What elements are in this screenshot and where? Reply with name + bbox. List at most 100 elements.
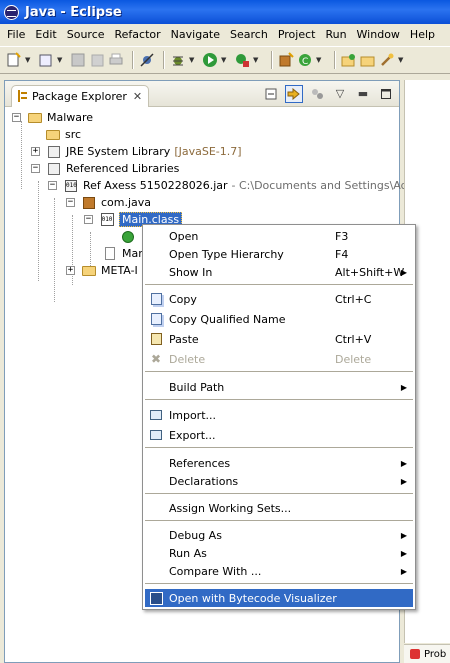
menu-item-declarations[interactable]: Declarations ▶ <box>145 472 413 490</box>
chevron-down-icon[interactable]: ▼ <box>221 56 228 64</box>
tree-label: META-I <box>101 264 138 277</box>
expand-toggle[interactable]: + <box>31 147 40 156</box>
menu-run[interactable]: Run <box>320 28 351 41</box>
tab-problems[interactable]: Prob <box>404 644 450 663</box>
menu-item-import[interactable]: Import... <box>145 406 413 424</box>
tab-package-explorer[interactable]: Package Explorer ✕ <box>11 84 150 107</box>
tree-item-src[interactable]: src <box>45 126 81 143</box>
chevron-down-icon[interactable]: ▼ <box>253 56 260 64</box>
link-with-editor-icon[interactable] <box>285 84 303 103</box>
menu-item-copy-qualified-name[interactable]: Copy Qualified Name <box>145 310 413 328</box>
menu-item-assign-working-sets[interactable]: Assign Working Sets... <box>145 499 413 517</box>
chevron-down-icon[interactable]: ▼ <box>316 56 323 64</box>
collapse-toggle[interactable]: − <box>84 215 93 224</box>
collapse-toggle[interactable]: − <box>31 164 40 173</box>
submenu-arrow-icon: ▶ <box>400 566 407 576</box>
external-tools-icon[interactable] <box>234 52 250 68</box>
toolbar-separator <box>163 51 165 69</box>
search-tool-icon[interactable] <box>379 52 395 68</box>
chevron-down-icon[interactable]: ▼ <box>25 56 32 64</box>
menu-source[interactable]: Source <box>62 28 110 41</box>
menu-separator <box>145 371 413 373</box>
tree-label: JRE System Library <box>66 145 171 158</box>
view-menu-icon[interactable]: ▽ <box>331 85 349 103</box>
menu-item-build-path[interactable]: Build Path ▶ <box>145 378 413 396</box>
minimize-icon[interactable]: ▬ <box>354 85 372 103</box>
menu-window[interactable]: Window <box>352 28 405 41</box>
collapse-toggle[interactable]: − <box>12 113 21 122</box>
tree-guide <box>21 121 22 189</box>
run-icon[interactable] <box>202 52 218 68</box>
tree-guide <box>54 198 55 302</box>
submenu-arrow-icon: ▶ <box>400 476 407 486</box>
menu-item-copy[interactable]: Copy Ctrl+C <box>145 290 413 308</box>
expand-toggle[interactable]: + <box>66 266 75 275</box>
save-all-icon[interactable] <box>89 52 105 68</box>
menu-project[interactable]: Project <box>273 28 321 41</box>
submenu-arrow-icon: ▶ <box>400 530 407 540</box>
new-package-icon[interactable] <box>278 52 294 68</box>
menu-edit[interactable]: Edit <box>30 28 61 41</box>
tree-item-meta-inf[interactable]: + META-I <box>66 262 138 279</box>
tree-label: Ref Axess 5150228026.jar <box>83 179 228 192</box>
eclipse-icon <box>4 4 19 20</box>
open-folder-icon[interactable] <box>360 52 376 68</box>
problems-icon <box>410 649 420 659</box>
tree-item-manifest[interactable]: Mar <box>102 245 143 262</box>
menu-refactor[interactable]: Refactor <box>110 28 166 41</box>
tree-item-class-member[interactable] <box>120 228 140 245</box>
delete-icon: ✖ <box>150 352 162 366</box>
library-icon <box>46 162 62 176</box>
menu-item-export[interactable]: Export... <box>145 426 413 444</box>
new-icon[interactable] <box>6 52 22 68</box>
chevron-down-icon[interactable]: ▼ <box>398 56 405 64</box>
tree-item-jre[interactable]: + JRE System Library [JavaSE-1.7] <box>31 143 242 160</box>
copy-qualified-name-icon <box>149 312 163 326</box>
package-explorer-icon <box>18 90 28 102</box>
collapse-all-icon[interactable] <box>262 85 280 103</box>
tree-item-jar[interactable]: − 010 Ref Axess 5150228026.jar - C:\Docu… <box>48 177 428 194</box>
menu-navigate[interactable]: Navigate <box>166 28 225 41</box>
menu-item-compare-with[interactable]: Compare With ... ▶ <box>145 562 413 580</box>
import-icon <box>149 408 163 422</box>
tree-item-referenced-libraries[interactable]: − Referenced Libraries <box>31 160 179 177</box>
tree-decoration: [JavaSE-1.7] <box>174 145 242 158</box>
open-type-icon[interactable] <box>341 52 357 68</box>
menu-item-debug-as[interactable]: Debug As ▶ <box>145 526 413 544</box>
menu-item-references[interactable]: References ▶ <box>145 454 413 472</box>
new-class-icon[interactable]: C <box>297 52 313 68</box>
print-icon[interactable] <box>108 52 124 68</box>
menu-file[interactable]: File <box>2 28 30 41</box>
menu-item-open-with-bytecode-visualizer[interactable]: Open with Bytecode Visualizer <box>145 589 413 607</box>
collapse-toggle[interactable]: − <box>66 198 75 207</box>
project-folder-icon <box>27 111 43 125</box>
menu-item-run-as[interactable]: Run As ▶ <box>145 544 413 562</box>
menu-search[interactable]: Search <box>225 28 273 41</box>
toolbar-separator <box>334 51 336 69</box>
maximize-icon[interactable] <box>377 85 395 103</box>
menu-item-open-type-hierarchy[interactable]: Open Type Hierarchy F4 <box>145 245 413 263</box>
focus-icon[interactable] <box>308 85 326 103</box>
collapse-toggle[interactable]: − <box>48 181 57 190</box>
menu-item-open[interactable]: Open F3 <box>145 227 413 245</box>
chevron-down-icon[interactable]: ▼ <box>189 56 196 64</box>
toolbar-separator <box>132 51 134 69</box>
menu-help[interactable]: Help <box>405 28 440 41</box>
menu-item-paste[interactable]: Paste Ctrl+V <box>145 330 413 348</box>
chevron-down-icon[interactable]: ▼ <box>57 56 64 64</box>
close-icon[interactable]: ✕ <box>133 90 142 103</box>
source-folder-icon <box>45 128 61 142</box>
debug-icon[interactable] <box>170 52 186 68</box>
tab-label: Prob <box>424 648 447 660</box>
menu-separator <box>145 447 413 449</box>
tree-label: com.java <box>101 196 152 209</box>
skip-breakpoints-icon[interactable] <box>139 52 155 68</box>
tree-item-project[interactable]: − Malware <box>12 109 93 126</box>
tree-item-package[interactable]: − com.java <box>66 194 151 211</box>
menu-item-show-in[interactable]: Show In Alt+Shift+W ▶ <box>145 263 413 281</box>
new-type-icon[interactable] <box>38 52 54 68</box>
menu-separator <box>145 583 413 585</box>
menu-item-delete: ✖ Delete Delete <box>150 352 372 366</box>
save-icon[interactable] <box>70 52 86 68</box>
toolbar-separator <box>271 51 273 69</box>
